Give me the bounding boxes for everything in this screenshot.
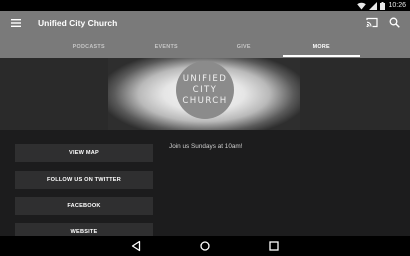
tab-podcasts[interactable]: PODCASTS — [50, 40, 128, 58]
website-button[interactable]: WEBSITE — [15, 223, 153, 236]
app-bar: Unified City Church PODCASTS EVENTS GIVE… — [0, 11, 410, 58]
status-time: 10:26 — [388, 2, 406, 9]
tab-more[interactable]: MORE — [282, 40, 361, 58]
search-icon[interactable] — [389, 17, 400, 28]
logo-line-3: CHURCH — [182, 96, 228, 106]
signal-icon — [369, 1, 378, 10]
follow-twitter-button[interactable]: FOLLOW US ON TWITTER — [15, 171, 153, 189]
view-map-button[interactable]: VIEW MAP — [15, 144, 153, 162]
header-banner: UNIFIED CITY CHURCH — [0, 58, 410, 130]
facebook-button[interactable]: FACEBOOK — [15, 197, 153, 215]
tab-bar: PODCASTS EVENTS GIVE MORE — [50, 40, 360, 58]
logo-line-2: CITY — [192, 85, 218, 95]
tab-give[interactable]: GIVE — [205, 40, 283, 58]
recents-icon[interactable] — [268, 240, 280, 252]
back-icon[interactable] — [130, 240, 142, 252]
app-screen: 10:26 Unified City Church PODCASTS EVENT… — [0, 0, 410, 256]
app-title: Unified City Church — [38, 18, 118, 28]
home-icon[interactable] — [199, 240, 211, 252]
cast-icon[interactable] — [366, 17, 378, 28]
wifi-icon — [357, 2, 367, 10]
more-content: VIEW MAP FOLLOW US ON TWITTER FACEBOOK W… — [0, 130, 410, 236]
status-bar: 10:26 — [0, 0, 410, 11]
service-time-text: Join us Sundays at 10am! — [169, 143, 243, 150]
tab-events[interactable]: EVENTS — [128, 40, 206, 58]
church-logo: UNIFIED CITY CHURCH — [176, 61, 234, 119]
battery-icon — [380, 1, 386, 10]
navigation-bar — [0, 236, 410, 256]
menu-icon[interactable] — [10, 18, 22, 28]
logo-line-1: UNIFIED — [182, 74, 228, 84]
status-icons: 10:26 — [357, 1, 406, 10]
